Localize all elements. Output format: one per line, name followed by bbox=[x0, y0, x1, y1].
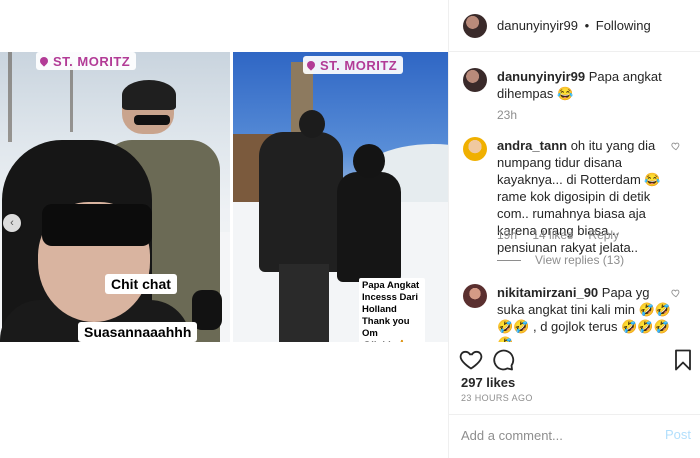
comments-list[interactable]: danunyinyir99 Papa angkat dihempas 😂 23h… bbox=[449, 52, 700, 342]
comment-avatar[interactable] bbox=[463, 68, 487, 92]
reply-button[interactable]: Reply bbox=[588, 228, 619, 242]
map-pin-icon bbox=[38, 55, 50, 67]
location-sticker-text: ST. MORITZ bbox=[320, 58, 398, 73]
replies-line bbox=[497, 260, 521, 261]
woman-sunglasses bbox=[42, 204, 152, 246]
walking-woman-figure bbox=[337, 172, 401, 282]
walking-man-legs bbox=[279, 264, 329, 342]
man-sunglasses bbox=[134, 115, 170, 125]
post-comment-button[interactable]: Post bbox=[665, 427, 691, 442]
owner-username[interactable]: danunyinyir99 bbox=[497, 18, 578, 33]
header-text: danunyinyir99 • Following bbox=[497, 18, 651, 33]
comment-meta: 19h 14 likes Reply bbox=[497, 228, 631, 242]
walking-man-figure bbox=[259, 132, 343, 272]
view-replies-label: View replies (13) bbox=[535, 253, 625, 267]
comment-time[interactable]: 19h bbox=[497, 228, 517, 242]
comment-meta: 23h bbox=[497, 108, 529, 122]
location-sticker: ST. MORITZ bbox=[303, 56, 404, 74]
instagram-post-modal: ST. MORITZ Chit chat Suasannaaahhh ST. M… bbox=[0, 0, 700, 458]
walking-woman-head bbox=[353, 144, 385, 178]
media-photo-left: ST. MORITZ Chit chat Suasannaaahhh bbox=[0, 52, 230, 342]
comment-like-icon[interactable] bbox=[671, 141, 681, 151]
comment-like-icon[interactable] bbox=[671, 288, 681, 298]
comment-input[interactable] bbox=[461, 425, 651, 445]
likes-count[interactable]: 297 likes bbox=[461, 375, 515, 390]
post-header: danunyinyir99 • Following bbox=[449, 0, 700, 52]
post-actions-bar bbox=[449, 342, 700, 378]
post-timestamp[interactable]: 23 HOURS AGO bbox=[461, 393, 533, 403]
comment-username[interactable]: danunyinyir99 bbox=[497, 69, 585, 84]
comment-avatar[interactable] bbox=[463, 137, 487, 161]
header-separator: • bbox=[584, 18, 590, 33]
story-note: Papa Angkat Incesss Dari Holland Thank y… bbox=[359, 278, 425, 342]
location-sticker: ST. MORITZ bbox=[36, 52, 137, 70]
post-side-panel: danunyinyir99 • Following danunyinyir99 … bbox=[448, 0, 700, 458]
man-beanie bbox=[122, 80, 176, 110]
add-comment-section: Post bbox=[449, 414, 700, 454]
comment-likes[interactable]: 14 likes bbox=[532, 228, 573, 242]
comment-bubble-icon[interactable] bbox=[491, 348, 515, 372]
comment-username[interactable]: andra_tann bbox=[497, 138, 567, 153]
story-caption-line2: Suasannaaahhh bbox=[78, 322, 198, 342]
tree-trunk bbox=[70, 62, 73, 132]
story-caption-line1: Chit chat bbox=[105, 274, 177, 294]
walking-man-head bbox=[299, 110, 325, 138]
media-photo-right: ST. MORITZ Papa Angkat Incesss Dari Holl… bbox=[233, 52, 448, 342]
location-sticker-text: ST. MORITZ bbox=[53, 54, 131, 69]
tree-trunk bbox=[8, 52, 12, 142]
owner-avatar[interactable] bbox=[463, 14, 487, 38]
view-replies-button[interactable]: View replies (13) bbox=[497, 253, 624, 267]
carousel-prev-button[interactable]: ‹ bbox=[3, 214, 21, 232]
comment-time[interactable]: 23h bbox=[497, 108, 517, 122]
bookmark-icon[interactable] bbox=[671, 348, 695, 372]
comment-avatar[interactable] bbox=[463, 284, 487, 308]
comment-body: danunyinyir99 Papa angkat dihempas 😂 bbox=[497, 68, 675, 102]
post-media: ST. MORITZ Chit chat Suasannaaahhh ST. M… bbox=[0, 0, 448, 458]
comment-body: nikitamirzani_90 Papa yg suka angkat tin… bbox=[497, 284, 675, 342]
map-pin-icon bbox=[305, 59, 317, 71]
like-heart-icon[interactable] bbox=[459, 348, 483, 372]
follow-status-button[interactable]: Following bbox=[596, 18, 651, 33]
comment-username[interactable]: nikitamirzani_90 bbox=[497, 285, 598, 300]
